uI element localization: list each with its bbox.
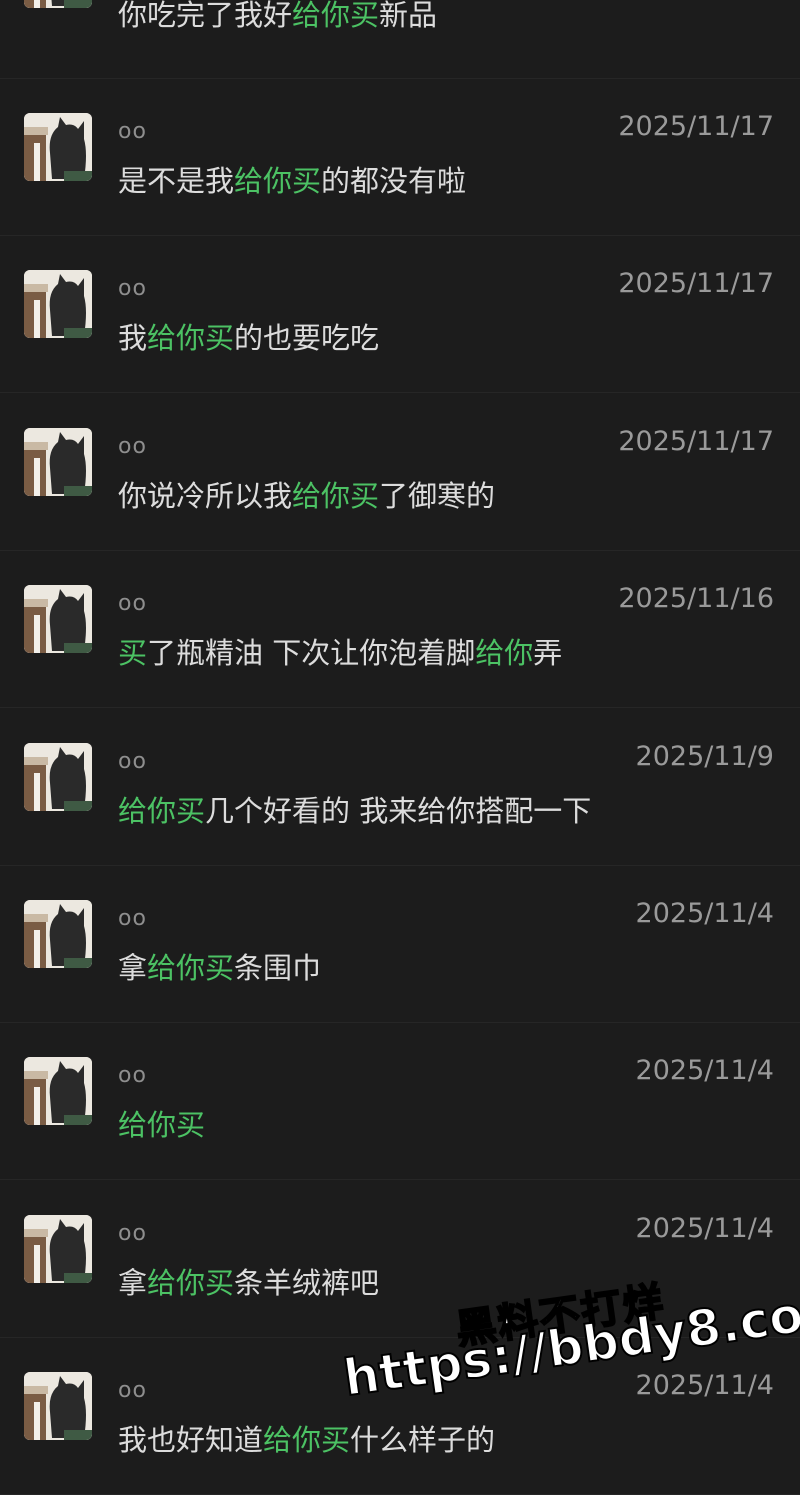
message-text: 拿给你买条围巾 (118, 945, 321, 987)
avatar[interactable] (24, 900, 92, 968)
message-text: 给你买 (118, 1102, 205, 1144)
keyword-highlight: 给你买 (292, 478, 380, 513)
black-cat-avatar-icon (24, 900, 92, 968)
black-cat-avatar-icon (24, 1372, 92, 1441)
message-text: 你说冷所以我给你买了御寒的 (118, 473, 495, 515)
message-text: 我给你买的也要吃吃 (118, 315, 379, 357)
message-segment: 什么样子的 (350, 1423, 496, 1458)
avatar[interactable] (24, 270, 92, 339)
sender-name: oo (118, 1378, 147, 1404)
sender-name: oo (118, 591, 147, 617)
avatar[interactable] (24, 1214, 92, 1283)
avatar[interactable] (24, 0, 92, 8)
avatar[interactable] (24, 113, 92, 181)
keyword-highlight: 给你买 (263, 1423, 351, 1458)
keyword-highlight: 给你买 (292, 0, 380, 32)
message-result-row[interactable]: oo 2025/11/4 我也好知道给你买什么样子的 (0, 1338, 800, 1495)
black-cat-avatar-icon (24, 742, 92, 811)
message-date: 2025/11/17 (618, 111, 774, 142)
avatar[interactable] (24, 585, 92, 654)
message-result-row[interactable]: oo 2025/11/4 给你买 (0, 1023, 800, 1181)
message-segment: 弄 (533, 636, 563, 671)
avatar[interactable] (24, 1372, 92, 1441)
sender-name: oo (118, 1220, 147, 1246)
black-cat-avatar-icon (24, 113, 92, 181)
message-date: 2025/11/4 (635, 1055, 774, 1087)
message-date: 2025/11/4 (635, 1370, 774, 1402)
message-segment: 是不是我 (118, 164, 235, 198)
black-cat-avatar-icon (24, 270, 92, 339)
message-text: 买了瓶精油 下次让你泡着脚给你弄 (118, 630, 562, 672)
black-cat-avatar-icon (24, 585, 92, 654)
message-date: 2025/11/16 (618, 583, 774, 615)
sender-name: oo (118, 276, 147, 302)
sender-name: oo (118, 748, 147, 774)
message-result-row[interactable]: oo 2025/11/17 我给你买的也要吃吃 (0, 236, 800, 394)
keyword-highlight: 给你买 (147, 1265, 235, 1300)
message-segment: 你说冷所以我 (118, 478, 293, 513)
sender-name: oo (118, 119, 147, 144)
message-date: 2025/11/17 (618, 268, 774, 300)
keyword-highlight: 给你 (475, 636, 534, 671)
sender-name: oo (118, 1063, 147, 1089)
message-date: 2025/11/4 (635, 1212, 774, 1244)
sender-name: oo (118, 906, 147, 931)
message-date: 2025/11/17 (618, 425, 774, 457)
message-text: 是不是我给你买的都没有啦 (118, 158, 466, 200)
keyword-highlight: 给你买 (234, 164, 322, 198)
message-segment: 拿 (118, 951, 148, 985)
black-cat-avatar-icon (24, 1057, 92, 1126)
message-segment: 我 (118, 321, 148, 356)
message-segment: 你吃完了我好 (118, 0, 293, 32)
sender-name: oo (118, 433, 147, 459)
message-date: 2025/11/4 (635, 898, 774, 929)
keyword-highlight: 买 (118, 636, 148, 671)
black-cat-avatar-icon (24, 1214, 92, 1283)
message-segment: 了瓶精油 下次让你泡着脚 (147, 636, 476, 671)
message-segment: 条围巾 (234, 951, 322, 985)
keyword-highlight: 给你买 (118, 793, 206, 828)
message-segment: 的也要吃吃 (234, 321, 380, 356)
avatar[interactable] (24, 1057, 92, 1126)
message-segment: 的都没有啦 (321, 164, 467, 198)
message-result-row[interactable]: oo 2025/11/17 是不是我给你买的都没有啦 (0, 79, 800, 236)
message-segment: 了御寒的 (379, 478, 496, 513)
avatar[interactable] (24, 742, 92, 811)
keyword-highlight: 给你买 (147, 951, 235, 985)
message-result-row[interactable]: oo 2025/11/4 拿给你买条羊绒裤吧 (0, 1181, 800, 1338)
message-segment: 我也好知道 (118, 1423, 264, 1458)
keyword-highlight: 给你买 (118, 1108, 206, 1143)
message-segment: 几个好看的 我来给你搭配一下 (205, 793, 592, 828)
message-text: 我也好知道给你买什么样子的 (118, 1417, 495, 1459)
black-cat-avatar-icon (24, 427, 92, 496)
message-text: 给你买几个好看的 我来给你搭配一下 (118, 788, 591, 830)
message-segment: 新品 (379, 0, 438, 32)
avatar[interactable] (24, 427, 92, 496)
message-date: 2025/11/9 (635, 740, 774, 772)
message-result-row[interactable]: oo 2025/11/16 买了瓶精油 下次让你泡着脚给你弄 (0, 551, 800, 709)
message-text: 拿给你买条羊绒裤吧 (118, 1260, 379, 1302)
message-result-row[interactable]: oo 2025/11/9 给你买几个好看的 我来给你搭配一下 (0, 709, 800, 866)
message-result-row[interactable]: oo 2025/11/17 你说冷所以我给你买了御寒的 (0, 394, 800, 551)
message-result-row[interactable]: oo 2025/11/4 拿给你买条围巾 (0, 866, 800, 1023)
keyword-highlight: 给你买 (147, 321, 235, 356)
message-segment: 拿 (118, 1265, 148, 1300)
partial-message-text: 你吃完了我好给你买新品 (118, 0, 437, 34)
message-segment: 条羊绒裤吧 (234, 1265, 380, 1300)
